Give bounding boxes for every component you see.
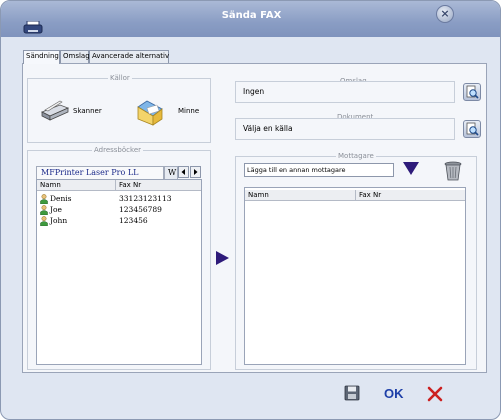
close-x-icon (427, 386, 443, 402)
address-list-header: Namn Fax Nr (37, 180, 201, 191)
floppy-disk-icon (344, 385, 360, 401)
contact-person-icon (40, 216, 48, 226)
address-book-tab-label: MFPrinter Laser Pro LL (41, 168, 139, 177)
save-button[interactable] (344, 385, 360, 401)
tab-scroll-left-button[interactable] (178, 166, 189, 178)
sources-group-label: Källor (108, 73, 132, 83)
recipient-list[interactable]: Namn Fax Nr (244, 187, 466, 365)
recipients-group-label: Mottagare (336, 151, 376, 161)
folder-icon (137, 100, 163, 126)
triangle-right-icon (194, 169, 198, 175)
add-recipient-down-button[interactable] (402, 161, 420, 177)
fax-window: Sända FAX × Sändning Omslag Avancerade a… (0, 0, 501, 420)
contact-fax: 123456789 (119, 205, 162, 214)
triangle-left-icon (181, 169, 185, 175)
contact-row[interactable]: John 123456 (37, 215, 201, 226)
contact-fax: 123456 (119, 216, 148, 225)
contact-row[interactable]: Joe 123456789 (37, 204, 201, 215)
cover-group: Omslag Ingen (235, 76, 481, 107)
column-header-fax[interactable]: Fax Nr (355, 190, 381, 201)
page-magnifier-icon (466, 85, 479, 99)
document-field[interactable]: Välja en källa (235, 118, 455, 140)
address-book-tab-next[interactable]: W (164, 166, 178, 179)
trash-icon (444, 161, 462, 181)
column-header-name[interactable]: Namn (248, 190, 269, 201)
address-book-tab[interactable]: MFPrinter Laser Pro LL (36, 166, 164, 179)
contact-person-icon (40, 194, 48, 204)
column-header-fax[interactable]: Fax Nr (115, 180, 141, 191)
ok-button[interactable]: OK (384, 385, 408, 403)
contact-fax: 33123123113 (119, 194, 172, 203)
close-button[interactable]: × (436, 5, 454, 23)
delete-recipient-button[interactable] (442, 160, 464, 182)
address-books-group-label: Adressböcker (92, 145, 143, 155)
memory-label: Minne (178, 107, 200, 115)
cover-browse-button[interactable] (463, 83, 481, 101)
tab-panel: Källor Skanner Minne Ingen Dokument Välj… (22, 63, 487, 373)
address-book-tab-next-label: W (168, 168, 177, 177)
column-header-name[interactable]: Namn (40, 180, 61, 191)
cancel-button[interactable] (426, 385, 444, 403)
title-bar[interactable]: Sända FAX × (1, 1, 500, 37)
arrow-down-icon (403, 162, 419, 175)
memory-button[interactable]: Minne (135, 97, 205, 127)
contact-row[interactable]: Denis 33123123113 (37, 193, 201, 204)
window-title: Sända FAX (221, 10, 282, 21)
cover-field[interactable]: Ingen (235, 81, 455, 103)
tab-scroll-right-button[interactable] (190, 166, 201, 178)
scanner-icon (41, 100, 70, 121)
sources-group: Källor Skanner Minne (27, 73, 211, 143)
arrow-right-icon (216, 251, 229, 265)
contact-person-icon (40, 205, 48, 215)
tab-omslag[interactable]: Omslag (60, 50, 90, 63)
scanner-label: Skanner (73, 107, 102, 115)
recipient-input[interactable]: Lägga till en annan mottagare (244, 163, 394, 177)
page-magnifier-icon (466, 122, 479, 136)
address-list[interactable]: Namn Fax Nr Denis 33123123113 Joe 123456… (36, 179, 202, 365)
add-recipient-button[interactable] (213, 249, 231, 267)
recipients-group: Mottagare Lägga till en annan mottagare (235, 151, 477, 370)
address-books-group: Adressböcker MFPrinter Laser Pro LL W Na… (27, 145, 211, 370)
contact-name: Denis (50, 194, 72, 203)
tab-advanced[interactable]: Avancerade alternativ (89, 50, 169, 63)
scanner-button[interactable]: Skanner (40, 99, 102, 123)
contact-name: John (50, 216, 68, 225)
contact-name: Joe (50, 205, 62, 214)
document-browse-button[interactable] (463, 120, 481, 138)
document-group: Dokument Välja en källa (235, 112, 481, 143)
recipient-list-header: Namn Fax Nr (245, 190, 465, 201)
tab-sandning[interactable]: Sändning (23, 50, 60, 64)
